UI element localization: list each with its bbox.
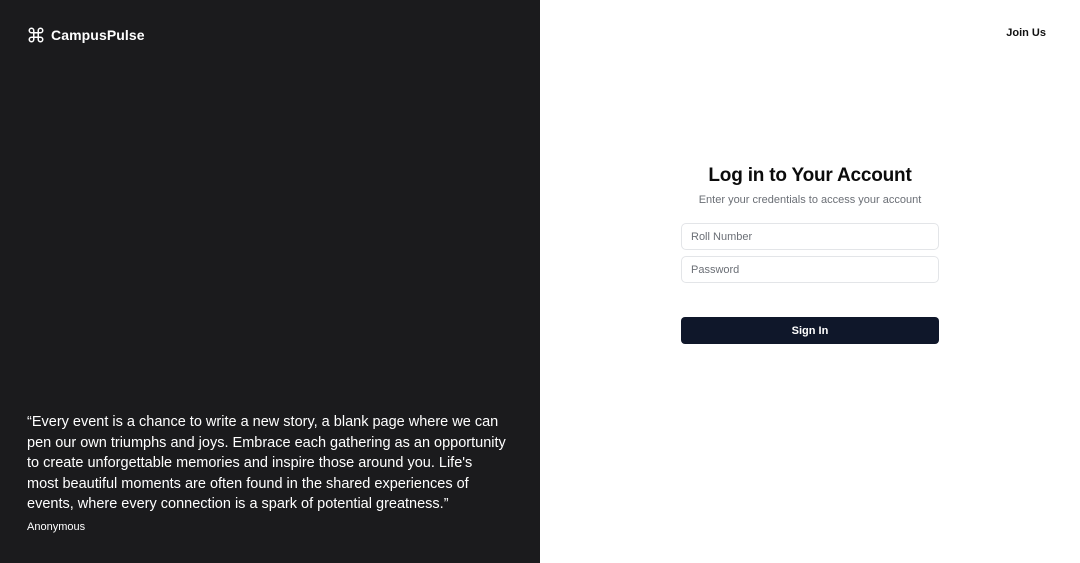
login-title: Log in to Your Account	[708, 165, 912, 186]
command-icon	[27, 26, 45, 44]
join-us-link[interactable]: Join Us	[1006, 27, 1046, 39]
roll-number-input[interactable]	[681, 223, 939, 250]
brand-logo[interactable]: CampusPulse	[27, 26, 145, 44]
password-input[interactable]	[681, 256, 939, 283]
brand-panel: CampusPulse “Every event is a chance to …	[0, 0, 540, 563]
testimonial-quote: “Every event is a chance to write a new …	[27, 414, 506, 513]
testimonial-author: Anonymous	[27, 520, 86, 533]
page: CampusPulse “Every event is a chance to …	[0, 0, 1080, 563]
brand-name: CampusPulse	[51, 27, 145, 43]
login-form: Log in to Your Account Enter your creden…	[681, 165, 939, 344]
sign-in-button[interactable]: Sign In	[681, 317, 939, 344]
login-subtitle: Enter your credentials to access your ac…	[698, 194, 922, 206]
login-panel: Join Us Log in to Your Account Enter you…	[540, 0, 1080, 563]
testimonial: “Every event is a chance to write a new …	[27, 412, 507, 533]
